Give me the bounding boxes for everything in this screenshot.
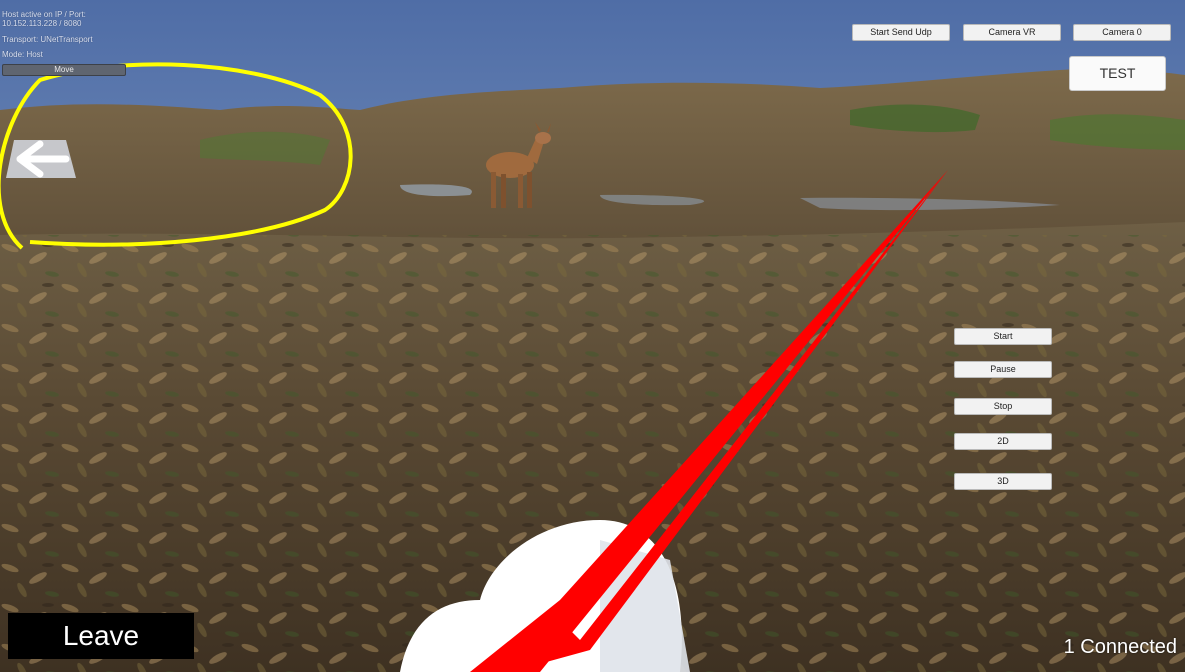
mode-label: Mode: Host <box>2 50 43 59</box>
transport-label: Transport: UNetTransport <box>2 35 93 44</box>
camera-0-button[interactable]: Camera 0 <box>1073 24 1171 41</box>
mode-2d-button[interactable]: 2D <box>954 433 1052 450</box>
camera-vr-button[interactable]: Camera VR <box>963 24 1061 41</box>
pause-button[interactable]: Pause <box>954 361 1052 378</box>
move-button[interactable]: Move <box>2 64 126 76</box>
mode-3d-button[interactable]: 3D <box>954 473 1052 490</box>
test-button[interactable]: TEST <box>1069 56 1166 91</box>
arrow-left-icon <box>6 140 76 178</box>
leave-button[interactable]: Leave <box>8 613 194 659</box>
start-button[interactable]: Start <box>954 328 1052 345</box>
stop-button[interactable]: Stop <box>954 398 1052 415</box>
host-address: 10.152.113.228 / 8080 <box>2 19 82 28</box>
connection-status: 1 Connected <box>1063 636 1177 658</box>
back-button[interactable] <box>4 136 76 182</box>
host-status: Host active on IP / Port: <box>2 10 86 19</box>
start-send-udp-button[interactable]: Start Send Udp <box>852 24 950 41</box>
